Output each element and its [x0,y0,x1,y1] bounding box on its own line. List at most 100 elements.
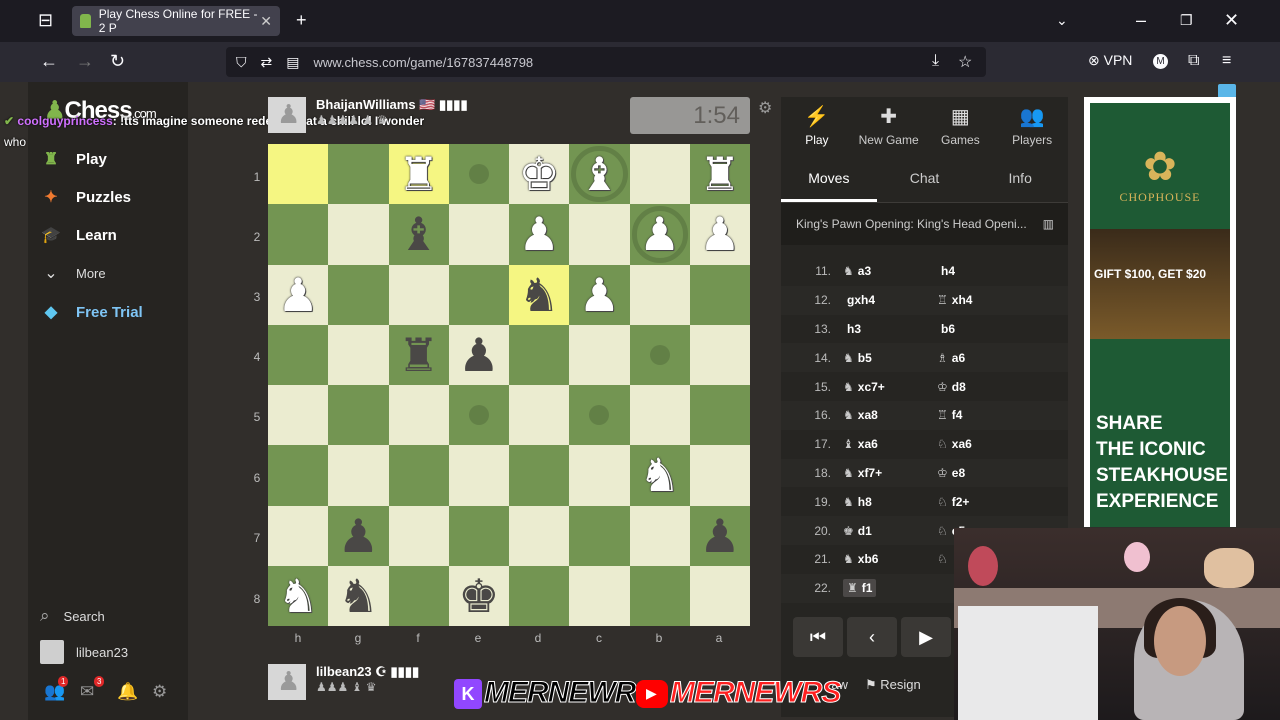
square-h7[interactable] [268,505,329,566]
square-h5[interactable] [268,385,329,446]
move-hint-dot[interactable] [649,344,670,365]
minimize-icon[interactable]: – [1136,10,1146,31]
black-move[interactable]: ♖ xh4 [937,293,1037,307]
next-move-button[interactable]: ▶ [901,617,951,657]
square-e2[interactable] [448,204,509,265]
white-move[interactable]: ♚ d1 [837,524,937,538]
square-a7[interactable]: ♟ [689,505,750,566]
square-a5[interactable] [689,385,750,446]
bell-icon[interactable]: 🔔 [117,682,138,702]
black-move[interactable]: ♗ a6 [937,351,1037,365]
black-bishop-piece[interactable]: ♝ [398,211,439,257]
square-e5[interactable] [448,385,509,446]
square-e6[interactable] [448,445,509,506]
black-move[interactable]: h4 [937,264,1037,278]
white-knight-piece[interactable]: ♞ [639,452,680,498]
white-move[interactable]: gxh4 [837,293,937,307]
square-c6[interactable] [569,445,630,506]
gear-icon[interactable]: ⚙ [152,682,167,702]
black-move[interactable]: ♘ xa6 [937,437,1037,451]
black-king-piece[interactable]: ♚ [458,573,499,619]
forward-icon[interactable]: → [76,51,94,72]
square-h1[interactable] [268,144,329,205]
square-h2[interactable] [268,204,329,265]
vpn-button[interactable]: ⊗ VPN [1088,52,1132,69]
square-h8[interactable]: ♞ [268,565,329,626]
back-icon[interactable]: ← [40,51,58,72]
profile-avatar[interactable]: M [1153,54,1168,69]
white-move[interactable]: ♞ a3 [837,264,937,278]
square-f5[interactable] [388,385,449,446]
white-knight-piece[interactable]: ♞ [278,573,319,619]
avatar[interactable] [268,664,306,700]
square-f3[interactable] [388,264,449,325]
square-h3[interactable]: ♟ [268,264,329,325]
square-e3[interactable] [448,264,509,325]
sidebar-item-free-trial[interactable]: ◆ Free Trial [40,301,143,323]
move-hint-dot[interactable] [468,164,489,185]
square-c4[interactable] [569,324,630,385]
white-move-selected[interactable]: ♜ f1 [837,579,937,598]
white-rook-piece[interactable]: ♜ [398,151,439,197]
book-icon[interactable]: ▥ [1043,217,1054,231]
square-e4[interactable]: ♟ [448,324,509,385]
download-page-icon[interactable]: ⤓ [932,52,939,70]
square-c7[interactable] [569,505,630,566]
tab-chat[interactable]: Chat [877,153,973,202]
bottom-player-name[interactable]: lilbean23 ☪ ▮▮▮▮ [316,664,419,680]
black-knight-piece[interactable]: ♞ [519,272,560,318]
white-move[interactable]: ♞ xf7+ [837,466,937,480]
black-pawn-piece[interactable]: ♟ [699,513,740,559]
tab-close-icon[interactable]: ✕ [260,13,272,30]
sidebar-item-puzzles[interactable]: ✦ Puzzles [40,186,131,208]
reload-icon[interactable]: ↻ [110,51,125,72]
square-b5[interactable] [629,385,690,446]
white-move[interactable]: ♞ xa8 [837,408,937,422]
white-move[interactable]: ♞ xb6 [837,552,937,566]
square-d4[interactable] [509,324,570,385]
white-pawn-piece[interactable]: ♟ [519,211,560,257]
white-king-piece[interactable]: ♚ [519,151,560,197]
square-d8[interactable] [509,565,570,626]
resign-button[interactable]: ⚑ Resign [865,677,921,693]
square-f8[interactable] [388,565,449,626]
square-c3[interactable]: ♟ [569,264,630,325]
black-knight-piece[interactable]: ♞ [338,573,379,619]
tab-info[interactable]: Info [972,153,1068,202]
square-b4[interactable] [629,324,690,385]
black-move[interactable]: ♔ e8 [937,466,1037,480]
square-g8[interactable]: ♞ [328,565,389,626]
page-info-icon[interactable]: ▤ [286,54,299,71]
bookmark-star-icon[interactable]: ☆ [958,52,972,72]
white-move[interactable]: ♝ xa6 [837,437,937,451]
square-g2[interactable] [328,204,389,265]
white-pawn-piece[interactable]: ♟ [278,272,319,318]
black-move[interactable]: ♔ d8 [937,380,1037,394]
square-a4[interactable] [689,324,750,385]
square-f7[interactable] [388,505,449,566]
opening-name[interactable]: King's Pawn Opening: King's Head Openi..… [781,203,1068,245]
top-player-name[interactable]: BhaijanWilliams 🇺🇸 ▮▮▮▮ [316,97,468,113]
square-b7[interactable] [629,505,690,566]
sidebar-item-play[interactable]: ♜ Play [40,148,107,170]
square-g1[interactable] [328,144,389,205]
square-d2[interactable]: ♟ [509,204,570,265]
square-f6[interactable] [388,445,449,506]
tab-list-icon[interactable]: ⊟ [38,10,53,31]
square-a6[interactable] [689,445,750,506]
square-c2[interactable] [569,204,630,265]
permissions-icon[interactable]: ⇄ [261,54,273,71]
square-d6[interactable] [509,445,570,506]
first-move-button[interactable]: ⏮ [793,617,843,657]
url-bar[interactable]: ⛉ ⇄ ▤ www.chess.com/game/167837448798 ⤓ … [226,47,986,77]
board-settings-gear-icon[interactable]: ⚙ [758,98,772,118]
white-pawn-piece[interactable]: ♟ [699,211,740,257]
white-pawn-piece[interactable]: ♟ [579,272,620,318]
square-a2[interactable]: ♟ [689,204,750,265]
tab-games[interactable]: ▦ Games [925,97,997,153]
move-hint-dot[interactable] [468,405,489,426]
tab-overflow-chevron-icon[interactable]: ⌄ [1056,12,1068,29]
mail-icon[interactable]: ✉ [80,682,94,702]
restore-icon[interactable]: ❐ [1180,12,1193,29]
tab-moves[interactable]: Moves [781,153,877,202]
